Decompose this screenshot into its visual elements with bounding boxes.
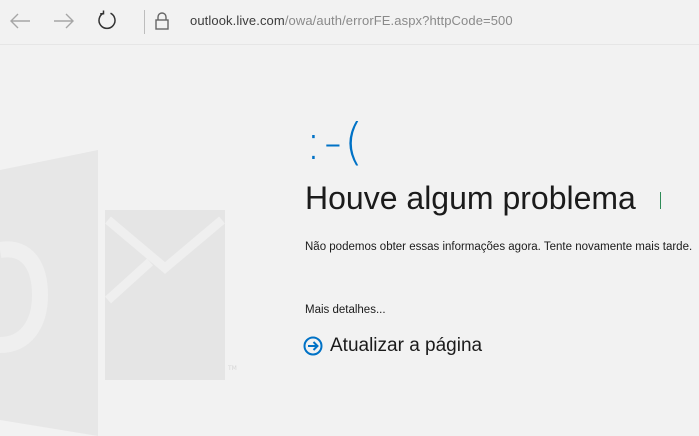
refresh-button[interactable] bbox=[93, 7, 121, 35]
url-host: outlook.live.com bbox=[190, 13, 285, 28]
address-bar[interactable]: outlook.live.com/owa/auth/errorFE.aspx?h… bbox=[190, 13, 513, 28]
outlook-logo-icon: TM bbox=[0, 150, 237, 436]
lock-icon bbox=[155, 12, 169, 30]
forward-button[interactable] bbox=[50, 7, 78, 35]
error-headline: Houve algum problema bbox=[305, 180, 636, 216]
error-message: Não podemos obter essas informações agor… bbox=[305, 241, 693, 253]
refresh-page-label: Atualizar a página bbox=[330, 335, 483, 356]
more-details-link[interactable]: Mais detalhes... bbox=[305, 304, 386, 316]
url-path: /owa/auth/errorFE.aspx?httpCode=500 bbox=[284, 13, 513, 28]
back-arrow-icon bbox=[10, 13, 30, 29]
arrow-circle-icon bbox=[303, 336, 323, 356]
logo-trademark: TM bbox=[227, 365, 237, 372]
refresh-page-link[interactable]: Atualizar a página bbox=[303, 335, 482, 357]
browser-toolbar: outlook.live.com/owa/auth/errorFE.aspx?h… bbox=[0, 0, 699, 45]
toolbar-separator bbox=[144, 10, 145, 34]
forward-arrow-icon bbox=[54, 13, 74, 29]
refresh-icon bbox=[98, 10, 116, 30]
error-emoticon: :-( bbox=[305, 113, 366, 171]
back-button[interactable] bbox=[6, 7, 34, 35]
text-caret bbox=[660, 192, 661, 209]
